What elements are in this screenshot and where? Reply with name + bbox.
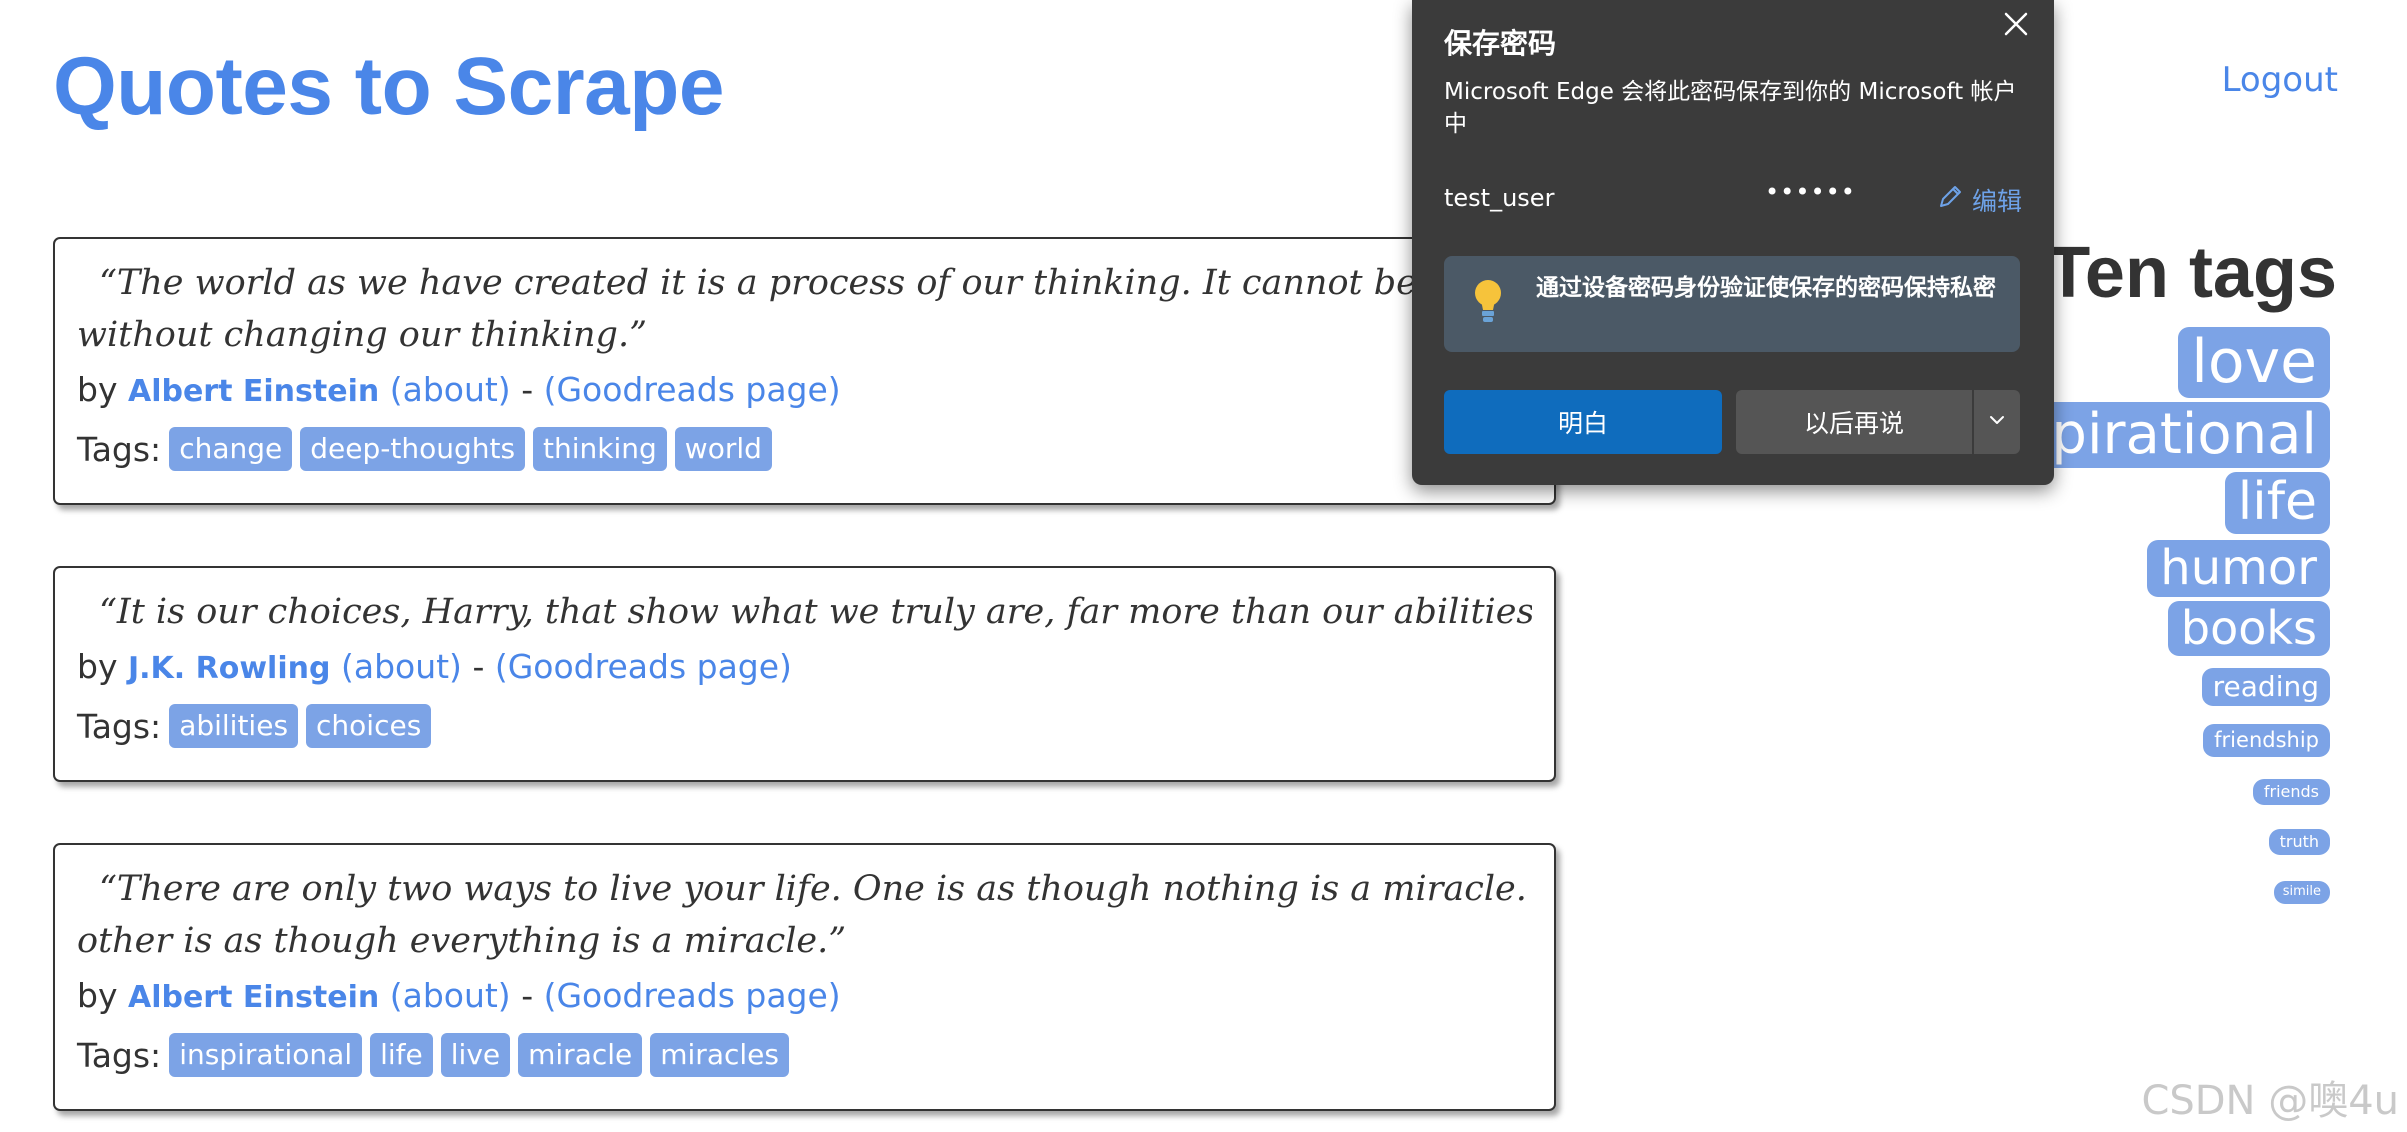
- quote-text: “There are only two ways to live your li…: [77, 869, 1532, 961]
- cloud-tag-truth[interactable]: truth: [2269, 829, 2329, 855]
- tag-link[interactable]: thinking: [533, 427, 667, 471]
- tag-link[interactable]: miracle: [518, 1033, 643, 1077]
- about-link[interactable]: (about): [341, 647, 462, 686]
- pencil-icon: [1936, 183, 1964, 217]
- got-it-button[interactable]: 明白: [1444, 390, 1722, 454]
- quote-card: “The world as we have created it is a pr…: [53, 237, 1556, 505]
- logout-link[interactable]: Logout: [2222, 60, 2338, 100]
- cloud-tag-friends[interactable]: friends: [2253, 779, 2329, 804]
- cloud-tag-humor[interactable]: humor: [2148, 540, 2329, 597]
- dialog-title: 保存密码: [1444, 27, 1557, 60]
- quote-text: “It is our choices, Harry, that show wha…: [99, 592, 1532, 632]
- cloud-tag-books[interactable]: books: [2168, 602, 2329, 656]
- tag-link[interactable]: world: [674, 427, 772, 471]
- tag-link[interactable]: live: [440, 1033, 511, 1077]
- edit-button[interactable]: 编辑: [1936, 182, 2022, 218]
- top-tags-heading: Ten tags: [2046, 233, 2337, 313]
- quote-byline: by Albert Einstein (about) - (Goodreads …: [77, 976, 841, 1015]
- save-password-dialog: 保存密码 Microsoft Edge 会将此密码保存到你的 Microsoft…: [1412, 0, 2054, 485]
- cloud-tag-friendship[interactable]: friendship: [2204, 725, 2329, 756]
- tag-link[interactable]: choices: [306, 704, 432, 748]
- dialog-description: Microsoft Edge 会将此密码保存到你的 Microsoft 帐户中: [1444, 79, 2017, 137]
- watermark: CSDN @噢4u: [2141, 1078, 2399, 1124]
- author-name: Albert Einstein: [127, 980, 380, 1015]
- quote-byline: by Albert Einstein (about) - (Goodreads …: [77, 370, 841, 409]
- goodreads-link[interactable]: (Goodreads page): [495, 647, 792, 686]
- cloud-tag-love[interactable]: love: [2179, 328, 2329, 397]
- site-title[interactable]: Quotes to Scrape: [53, 40, 724, 134]
- goodreads-link[interactable]: (Goodreads page): [544, 976, 841, 1015]
- tag-link[interactable]: miracles: [650, 1033, 789, 1077]
- quote-tags: Tags: change deep-thoughts thinking worl…: [77, 427, 1532, 471]
- quote-tags: Tags: abilities choices: [77, 704, 1532, 748]
- lightbulb-icon: [1470, 276, 1506, 328]
- more-options-button[interactable]: [1974, 390, 2020, 454]
- tag-link[interactable]: change: [169, 427, 293, 471]
- quote-byline: by J.K. Rowling (about) - (Goodreads pag…: [77, 647, 792, 686]
- close-icon[interactable]: [1998, 6, 2034, 42]
- chevron-down-icon: [1987, 410, 2007, 434]
- cloud-tag-simile[interactable]: simile: [2274, 882, 2329, 904]
- cloud-tag-reading[interactable]: reading: [2202, 669, 2329, 706]
- tag-link[interactable]: inspirational: [169, 1033, 363, 1077]
- about-link[interactable]: (about): [390, 976, 511, 1015]
- tag-link[interactable]: deep-thoughts: [300, 427, 526, 471]
- about-link[interactable]: (about): [390, 370, 511, 409]
- not-now-button[interactable]: 以后再说: [1736, 390, 1972, 454]
- tag-link[interactable]: life: [370, 1033, 433, 1077]
- quote-card: “There are only two ways to live your li…: [53, 843, 1556, 1111]
- quote-text: “The world as we have created it is a pr…: [77, 263, 1532, 355]
- quote-card: “It is our choices, Harry, that show wha…: [53, 566, 1556, 782]
- cloud-tag-life[interactable]: life: [2225, 473, 2329, 534]
- author-name: Albert Einstein: [127, 374, 380, 409]
- privacy-notice: 通过设备密码身份验证使保存的密码保持私密: [1444, 256, 2020, 352]
- quote-tags: Tags: inspirational life live miracle mi…: [77, 1033, 1532, 1077]
- tag-link[interactable]: abilities: [169, 704, 299, 748]
- author-name: J.K. Rowling: [127, 651, 331, 686]
- saved-username: test_user: [1444, 184, 1555, 212]
- goodreads-link[interactable]: (Goodreads page): [544, 370, 841, 409]
- saved-password-mask: ••••••: [1765, 178, 1856, 206]
- notice-text: 通过设备密码身份验证使保存的密码保持私密: [1536, 275, 1996, 301]
